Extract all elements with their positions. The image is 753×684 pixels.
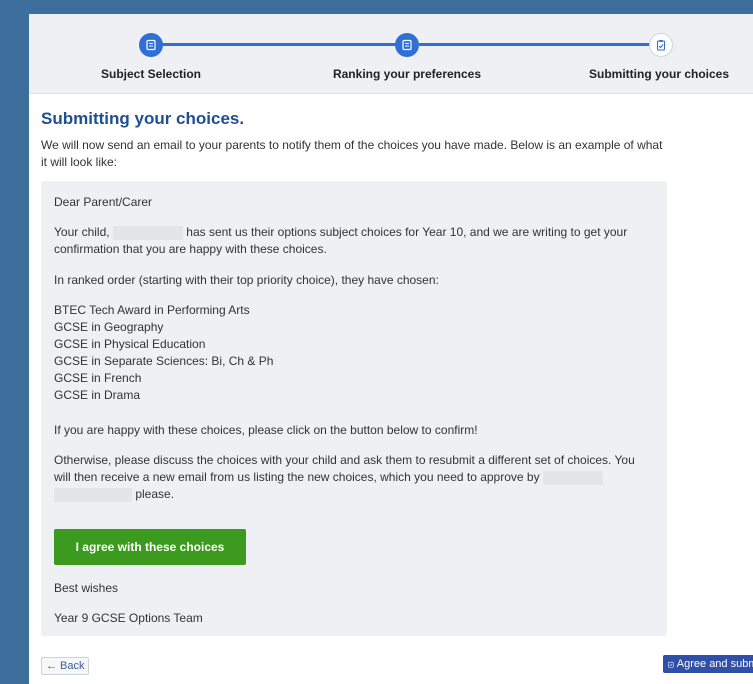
choice-item-3: GCSE in Physical Education: [54, 337, 206, 351]
main-panel: Subject Selection Ranking your preferenc…: [29, 14, 753, 684]
email-otherwise-paragraph: Otherwise, please discuss the choices wi…: [54, 452, 654, 503]
agree-choices-button[interactable]: I agree with these choices: [54, 529, 246, 565]
redacted-deadline-part1: [542, 470, 603, 485]
email-paragraph-child: Your child, has sent us their options su…: [54, 224, 654, 258]
choice-item-2: GCSE in Geography: [54, 320, 164, 334]
step-label-submitting: Submitting your choices: [588, 67, 730, 81]
page-title: Submitting your choices.: [41, 109, 245, 128]
agree-and-submit-button[interactable]: Agree and submit: [663, 655, 753, 673]
back-button-label: Back: [60, 660, 85, 672]
email-team: Year 9 GCSE Options Team: [54, 611, 203, 625]
step-label-subject-selection: Subject Selection: [100, 67, 202, 81]
redacted-deadline-part2: [54, 487, 132, 502]
email-ranked-intro: In ranked order (starting with their top…: [54, 273, 439, 287]
list-icon: [402, 39, 412, 51]
email-greeting: Dear Parent/Carer: [54, 195, 153, 209]
email-otherwise-end: please.: [135, 487, 175, 501]
step-3-indicator[interactable]: [649, 33, 673, 57]
email-confirm-text: If you are happy with these choices, ple…: [54, 423, 478, 437]
step-connector-1: [162, 43, 408, 46]
choice-item-4: GCSE in Separate Sciences: Bi, Ch & Ph: [54, 354, 274, 368]
step-2-indicator[interactable]: [395, 33, 419, 57]
choice-item-1: BTEC Tech Award in Performing Arts: [54, 303, 250, 317]
clipboard-check-icon: [668, 661, 674, 668]
email-signoff: Best wishes: [54, 581, 119, 595]
arrow-left-icon: ←: [46, 660, 57, 672]
agree-and-submit-label: Agree and submit: [676, 658, 753, 670]
step-label-ranking: Ranking your preferences: [332, 67, 482, 81]
clipboard-check-icon: [656, 40, 666, 51]
step-1-indicator[interactable]: [139, 33, 163, 57]
progress-stepper: Subject Selection Ranking your preferenc…: [29, 14, 753, 94]
back-button[interactable]: ← Back: [41, 657, 90, 675]
step-connector-2: [419, 43, 657, 46]
email-choices-list: BTEC Tech Award in Performing Arts GCSE …: [54, 302, 654, 404]
list-icon: [146, 39, 156, 51]
email-paragraph-child-start: Your child,: [54, 225, 110, 239]
choice-item-6: GCSE in Drama: [54, 388, 141, 402]
redacted-child-name: [112, 225, 183, 240]
choice-item-5: GCSE in French: [54, 371, 142, 385]
email-preview: Dear Parent/Carer Your child, has sent u…: [41, 181, 667, 636]
intro-text: We will now send an email to your parent…: [41, 138, 663, 169]
